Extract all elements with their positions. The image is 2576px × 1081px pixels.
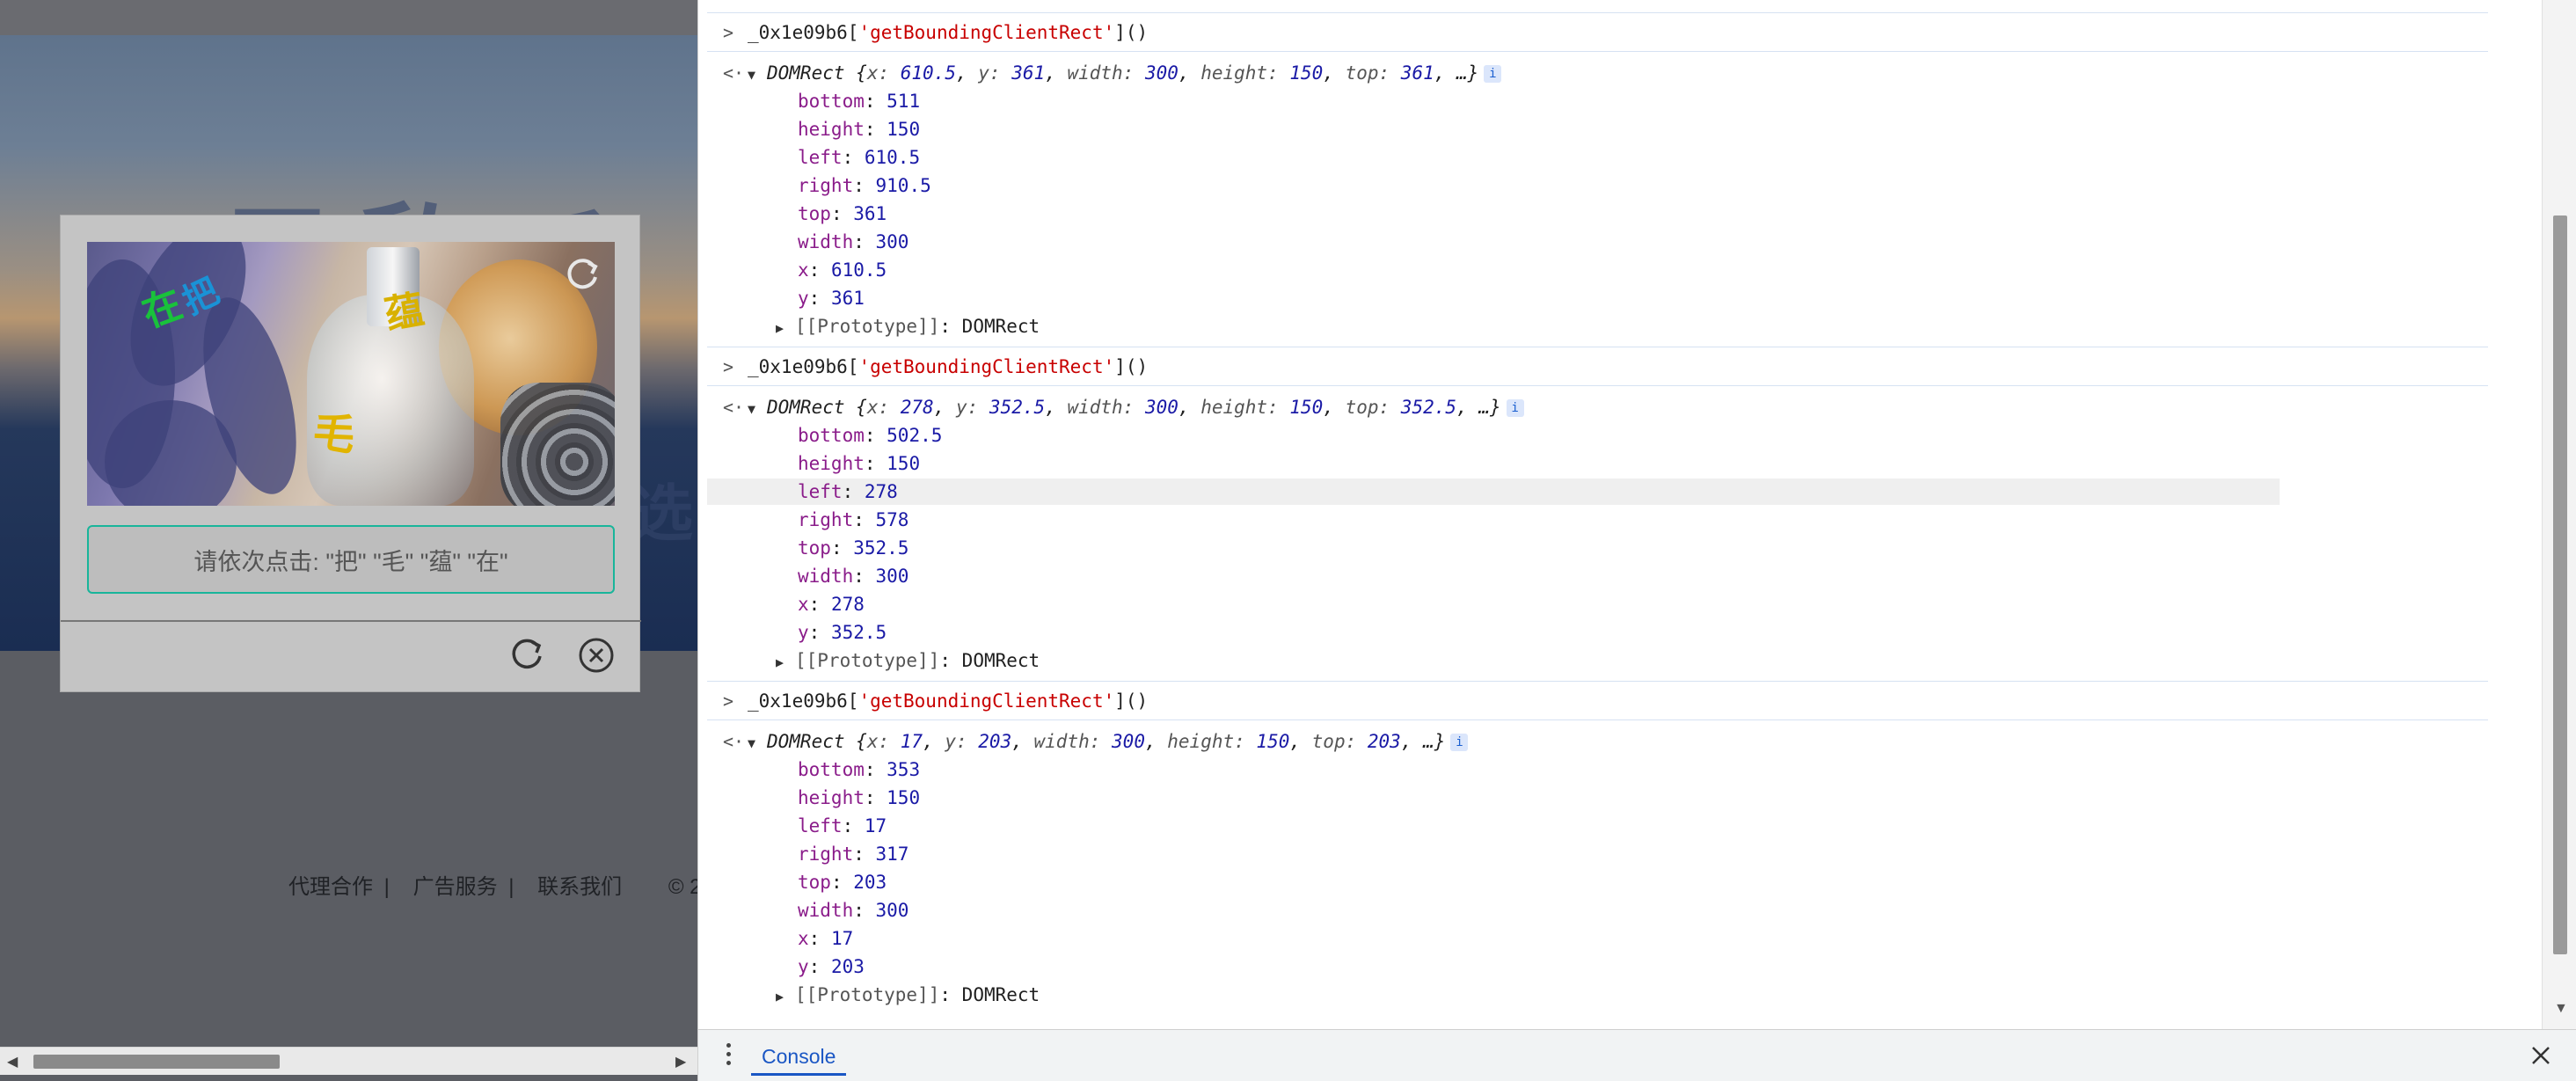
expand-triangle-icon[interactable]: ▶ xyxy=(776,649,795,676)
devtools-drawer-bar: Console xyxy=(698,1029,2576,1081)
captcha-instruction: 请依次点击: "把" "毛" "蕴" "在" xyxy=(87,525,615,594)
console-vertical-scrollbar[interactable]: ▼ xyxy=(2542,0,2576,1029)
input-prompt-icon: > xyxy=(723,356,734,377)
hero-subtitle-fragment: 选 xyxy=(631,479,693,548)
result-arrow-icon: <· xyxy=(723,731,745,752)
website-viewport: 刁 私 千 选 代理合作 | 广告服务 | 联系我们 © 20 在 xyxy=(0,0,697,1081)
input-prompt-icon: > xyxy=(723,22,734,43)
expand-triangle-icon[interactable]: ▼ xyxy=(748,396,767,422)
footer-link-ads[interactable]: 广告服务 xyxy=(413,875,498,899)
scrollbar-thumb[interactable] xyxy=(2553,215,2567,954)
result-arrow-icon: <· xyxy=(723,62,745,84)
input-prompt-icon: > xyxy=(723,690,734,712)
footer-separator: | xyxy=(508,875,514,899)
scroll-down-icon[interactable]: ▼ xyxy=(2554,1001,2568,1017)
more-options-icon[interactable] xyxy=(719,1041,737,1070)
footer-links: 代理合作 | 广告服务 | 联系我们 © 20 xyxy=(288,869,697,900)
scroll-left-icon[interactable]: ◀ xyxy=(7,1053,18,1070)
result-arrow-icon: <· xyxy=(723,397,745,418)
close-icon[interactable] xyxy=(2528,1042,2554,1069)
info-icon[interactable]: i xyxy=(1484,65,1502,83)
click-captcha-dialog: 在 把 蕴 毛 请依次点击: "把" "毛" "蕴" "在" xyxy=(60,215,641,692)
hover-highlight xyxy=(707,478,2280,505)
refresh-icon[interactable] xyxy=(562,254,602,295)
tab-console[interactable]: Console xyxy=(751,1039,847,1076)
expand-triangle-icon[interactable]: ▼ xyxy=(748,62,767,88)
horizontal-scrollbar[interactable]: ◀ ▶ xyxy=(0,1047,697,1075)
scroll-right-icon[interactable]: ▶ xyxy=(675,1053,686,1070)
footer-link-agency[interactable]: 代理合作 xyxy=(288,875,373,899)
expand-triangle-icon[interactable]: ▶ xyxy=(776,315,795,341)
expand-triangle-icon[interactable]: ▶ xyxy=(776,983,795,1010)
close-circle-icon[interactable] xyxy=(578,637,615,674)
footer-link-contact[interactable]: 联系我们 xyxy=(537,875,622,899)
page-header-strip xyxy=(0,0,697,37)
reload-icon[interactable] xyxy=(507,635,546,674)
info-icon[interactable]: i xyxy=(1450,734,1469,751)
captcha-image[interactable]: 在 把 蕴 毛 xyxy=(87,242,615,506)
footer-separator: | xyxy=(383,875,390,899)
info-icon[interactable]: i xyxy=(1506,399,1524,417)
footer-copyright: © 20 xyxy=(668,875,697,899)
devtools-panel: > _0x1e09b6['getBoundingClientRect']() <… xyxy=(697,0,2576,1081)
console-output: > _0x1e09b6['getBoundingClientRect']() <… xyxy=(698,0,2542,1029)
divider xyxy=(61,620,641,622)
scrollbar-thumb[interactable] xyxy=(33,1055,280,1069)
screen: 刁 私 千 选 代理合作 | 广告服务 | 联系我们 © 20 在 xyxy=(0,0,2576,1081)
expand-triangle-icon[interactable]: ▼ xyxy=(748,730,767,756)
